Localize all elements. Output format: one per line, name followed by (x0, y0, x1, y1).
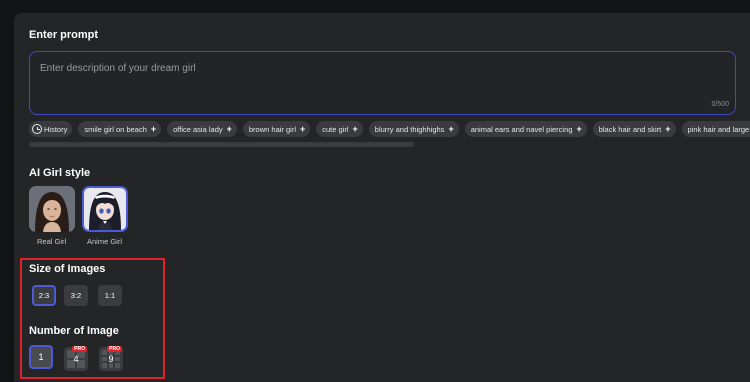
plus-icon: + (300, 124, 306, 134)
prompt-tag-label: smile girl on beach (84, 124, 147, 134)
prompt-tag[interactable]: pink hair and large breasts+ (681, 121, 750, 137)
history-label: History (44, 124, 68, 134)
prompt-tag-label: blurry and thighhighs (374, 124, 445, 134)
tags-scrollbar[interactable] (29, 142, 414, 147)
pro-badge: PRO (107, 346, 122, 352)
size-option-1-1[interactable]: 1:1 (98, 285, 122, 306)
size-title: Size of Images (29, 263, 106, 275)
prompt-tag-label: pink hair and large breasts (687, 124, 750, 134)
anime-girl-thumbnail (84, 188, 126, 230)
prompt-tag[interactable]: black hair and skirt + (592, 121, 676, 137)
style-title: AI Girl style (29, 167, 91, 179)
plus-icon: + (665, 124, 671, 134)
size-option-3-2[interactable]: 3:2 (64, 285, 88, 306)
plus-icon: + (448, 124, 454, 134)
prompt-tag[interactable]: brown hair girl + (242, 121, 311, 137)
prompt-tag[interactable]: animal ears and navel piercing + (464, 121, 587, 137)
plus-icon: + (150, 124, 157, 134)
plus-icon: + (576, 124, 582, 134)
number-option-9[interactable]: 9 PRO (99, 346, 123, 371)
real-girl-card[interactable] (29, 186, 75, 232)
plus-icon: + (226, 124, 232, 134)
prompt-title: Enter prompt (29, 29, 99, 41)
prompt-tag[interactable]: smile girl on beach + (78, 121, 162, 137)
history-button[interactable]: History (29, 121, 73, 137)
prompt-tags-row: History smile girl on beach + office asia… (29, 121, 750, 137)
character-counter: 0/500 (711, 101, 729, 108)
clock-icon (32, 124, 42, 134)
anime-girl-label: Anime Girl (87, 237, 123, 246)
pro-badge: PRO (72, 346, 87, 352)
number-option-label: 4 (73, 354, 79, 364)
prompt-tag-label: animal ears and navel piercing (470, 124, 573, 134)
prompt-tag[interactable]: office asia lady + (167, 121, 237, 137)
size-option-2-3[interactable]: 2:3 (32, 285, 56, 306)
real-girl-label: Real Girl (37, 237, 67, 246)
number-option-label: 1 (38, 352, 44, 362)
number-option-label: 9 (108, 354, 114, 364)
prompt-tag-label: brown hair girl (248, 124, 296, 134)
number-title: Number of Image (29, 325, 119, 337)
prompt-tag-label: cute girl (322, 124, 349, 134)
prompt-tag[interactable]: cute girl + (316, 121, 363, 137)
prompt-tag[interactable]: blurry and thighhighs + (368, 121, 459, 137)
number-option-4[interactable]: 4 PRO (64, 346, 88, 371)
plus-icon: + (352, 124, 358, 134)
real-girl-thumbnail (29, 186, 75, 232)
anime-girl-card[interactable] (82, 186, 128, 232)
prompt-tag-label: office asia lady (173, 124, 223, 134)
number-option-1[interactable]: 1 (29, 345, 53, 369)
prompt-box[interactable]: 0/500 (29, 51, 736, 115)
prompt-tag-label: black hair and skirt (598, 124, 662, 134)
prompt-input[interactable] (40, 63, 640, 74)
